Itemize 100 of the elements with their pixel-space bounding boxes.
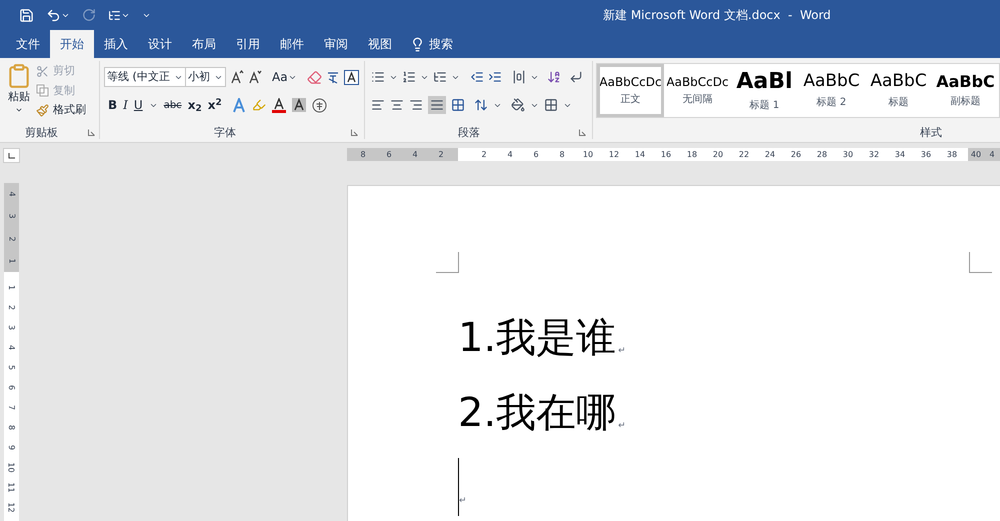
paragraph-mark: ↵ [618,344,626,358]
scissors-icon [36,64,49,78]
format-painter-button[interactable]: 格式刷 [36,102,86,118]
undo-icon[interactable] [46,8,61,22]
italic-button[interactable]: I [123,96,128,114]
list-icon[interactable] [108,8,121,22]
ruler-number: 9 [6,444,17,450]
align-right-icon[interactable] [409,98,423,112]
borders-icon[interactable] [544,98,558,112]
shading-icon[interactable] [511,98,525,112]
ribbon-tab[interactable]: 文件 [6,30,50,58]
save-icon[interactable] [19,8,34,22]
group-label: 字体 [214,126,236,138]
numbering-icon[interactable] [402,70,416,84]
sort-icon[interactable] [547,70,561,84]
document-text: 1.我是谁 [458,318,616,358]
ruler-number: 2 [480,150,488,158]
document-text: 2.我在哪 [458,393,616,433]
paragraph-mark-icon[interactable] [569,70,583,84]
increase-indent-icon[interactable] [488,70,502,84]
style-gallery-item[interactable]: AaBbC 标题 2 [798,64,865,117]
group-label: 样式 [920,126,942,138]
align-left-icon[interactable] [371,98,385,112]
dialog-launcher-icon[interactable] [579,128,586,136]
group-label: 剪贴板 [25,126,58,138]
phonetic-guide-icon[interactable] [326,70,340,84]
style-gallery-item[interactable]: AaBl 标题 1 [731,64,798,117]
ruler-number: 22 [738,150,750,158]
dialog-launcher-icon[interactable] [351,128,358,136]
ruler-number: 2 [437,150,445,158]
ribbon-tab[interactable]: 引用 [226,30,270,58]
superscript-button[interactable]: x$^{2}$ [208,96,222,114]
font-name-field[interactable]: 等线 (中文正 [104,67,186,87]
ruler-number: 38 [946,150,958,158]
ruler-number: 34 [894,150,906,158]
bold-button[interactable]: B [108,96,118,114]
search-button[interactable]: 搜索 [402,30,461,58]
ribbon-tab[interactable]: 设计 [138,30,182,58]
margin-corner-mark [436,252,459,273]
ribbon-tab[interactable]: 布局 [182,30,226,58]
paste-button[interactable]: 粘贴 [6,61,32,125]
ruler-number: 6 [6,384,17,390]
enclosed-character-icon[interactable] [312,98,327,112]
ruler-number: 1 [8,258,16,264]
ruler-number: 12 [6,502,17,513]
paragraph-mark: ↵ [618,420,626,432]
ribbon-tab[interactable]: 插入 [94,30,138,58]
ruler-number: 8 [359,150,367,158]
line-spacing-icon[interactable] [474,98,488,112]
ruler-number: 5 [6,364,17,370]
distribute-icon[interactable] [512,70,526,84]
ruler-number: 6 [385,150,393,158]
window-title: 新建 Microsoft Word 文档.docx - Word [603,7,831,24]
text-effects-icon[interactable] [232,98,246,112]
ribbon-tab[interactable]: 视图 [358,30,402,58]
ruler-number: 24 [764,150,776,158]
tab-selector[interactable] [3,148,20,163]
paragraph-mark: ↵ [459,494,467,508]
ruler-number: 26 [790,150,802,158]
ruler-number: 3 [8,214,16,219]
document-page[interactable]: 1.我是谁↵ 2.我在哪↵ ↵ [347,185,1000,521]
dialog-launcher-icon[interactable] [88,128,95,136]
decrease-indent-icon[interactable] [470,70,484,84]
align-center-icon[interactable] [390,98,404,112]
ruler-number: 1 [6,284,17,290]
eraser-icon[interactable] [306,70,322,84]
justify-button[interactable] [428,96,446,114]
ruler-number: 10 [6,462,17,473]
ruler-number: 14 [634,150,646,158]
ruler-number: 4 [8,192,16,197]
character-shading-icon[interactable] [292,98,306,112]
ruler-number: 8 [6,424,17,430]
grow-font-icon[interactable] [230,70,244,84]
style-gallery-item[interactable]: AaBbC 标题 [865,64,932,117]
strikethrough-button[interactable]: abc [164,98,182,112]
character-border-icon[interactable] [344,70,359,84]
lightbulb-icon [410,36,425,52]
subscript-button[interactable]: x$_{2}$ [188,96,202,114]
bullets-icon[interactable] [371,70,385,84]
ruler-number: 18 [686,150,698,158]
group-label: 段落 [458,126,480,138]
underline-button[interactable]: U [134,96,143,114]
paintbrush-icon [36,104,49,117]
ruler-number: 11 [6,482,17,493]
ruler-number: 16 [660,150,672,158]
text-cursor [458,458,459,516]
ruler-number: 2 [8,236,16,242]
ribbon-tab[interactable]: 审阅 [314,30,358,58]
shrink-font-icon[interactable] [248,70,262,84]
ribbon-tab[interactable]: 开始 [50,30,94,58]
font-size-field[interactable]: 小初 [185,67,226,87]
change-case-button[interactable]: Aa [272,68,297,86]
ruler-number: 4 [988,150,996,158]
multilevel-list-icon[interactable] [433,70,447,84]
ruler-number: 20 [712,150,724,158]
ruler-number: 8 [558,150,566,158]
ribbon-tab[interactable]: 邮件 [270,30,314,58]
style-gallery-item[interactable]: AaBbC 副标题 [932,64,999,117]
font-color-icon[interactable] [272,98,286,112]
ruler-number: 10 [582,150,594,158]
